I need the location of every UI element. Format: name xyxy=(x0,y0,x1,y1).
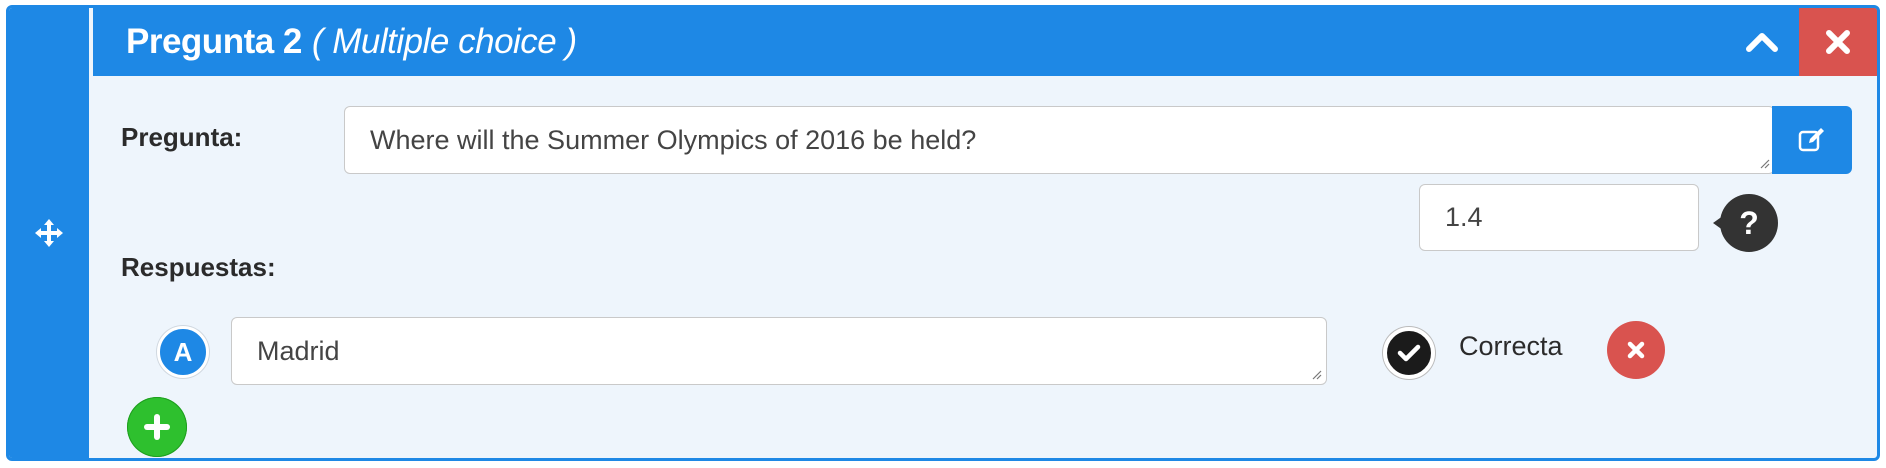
close-icon xyxy=(1826,30,1850,54)
correct-toggle[interactable] xyxy=(1383,327,1435,379)
resize-handle-icon[interactable] xyxy=(1310,368,1322,380)
question-number: Pregunta 2 xyxy=(126,22,302,61)
drag-handle[interactable] xyxy=(9,8,89,458)
svg-text:?: ? xyxy=(1739,205,1759,241)
question-header: Pregunta 2( Multiple choice ) xyxy=(93,8,1877,76)
score-value: 1.4 xyxy=(1445,202,1483,232)
question-input[interactable]: Where will the Summer Olympics of 2016 b… xyxy=(344,106,1775,174)
plus-icon xyxy=(144,414,170,440)
question-title: Pregunta 2( Multiple choice ) xyxy=(126,22,577,62)
delete-answer-button[interactable] xyxy=(1607,321,1665,379)
edit-icon xyxy=(1798,128,1824,152)
answer-input[interactable]: Madrid xyxy=(231,317,1327,385)
add-answer-button[interactable] xyxy=(127,397,187,457)
question-label: Pregunta: xyxy=(121,122,243,152)
question-panel: Pregunta 2( Multiple choice ) Pregunta: … xyxy=(6,5,1880,461)
edit-question-button[interactable] xyxy=(1772,106,1852,174)
resize-handle-icon[interactable] xyxy=(1758,157,1770,169)
answers-label: Respuestas: xyxy=(121,252,276,282)
correct-label: Correcta xyxy=(1459,331,1563,361)
check-circle-icon xyxy=(1397,344,1421,362)
move-arrows-icon xyxy=(35,219,63,247)
delete-question-button[interactable] xyxy=(1799,8,1877,76)
score-input[interactable]: 1.4 xyxy=(1419,184,1699,251)
answer-text: Madrid xyxy=(257,335,340,366)
question-text: Where will the Summer Olympics of 2016 b… xyxy=(370,124,977,155)
close-icon xyxy=(1627,341,1645,359)
chevron-up-icon xyxy=(1746,33,1778,52)
answer-letter-badge: A xyxy=(157,326,209,378)
collapse-button[interactable] xyxy=(1727,8,1797,76)
question-mark-icon[interactable]: ? xyxy=(1711,193,1781,253)
question-type: ( Multiple choice ) xyxy=(311,22,577,61)
